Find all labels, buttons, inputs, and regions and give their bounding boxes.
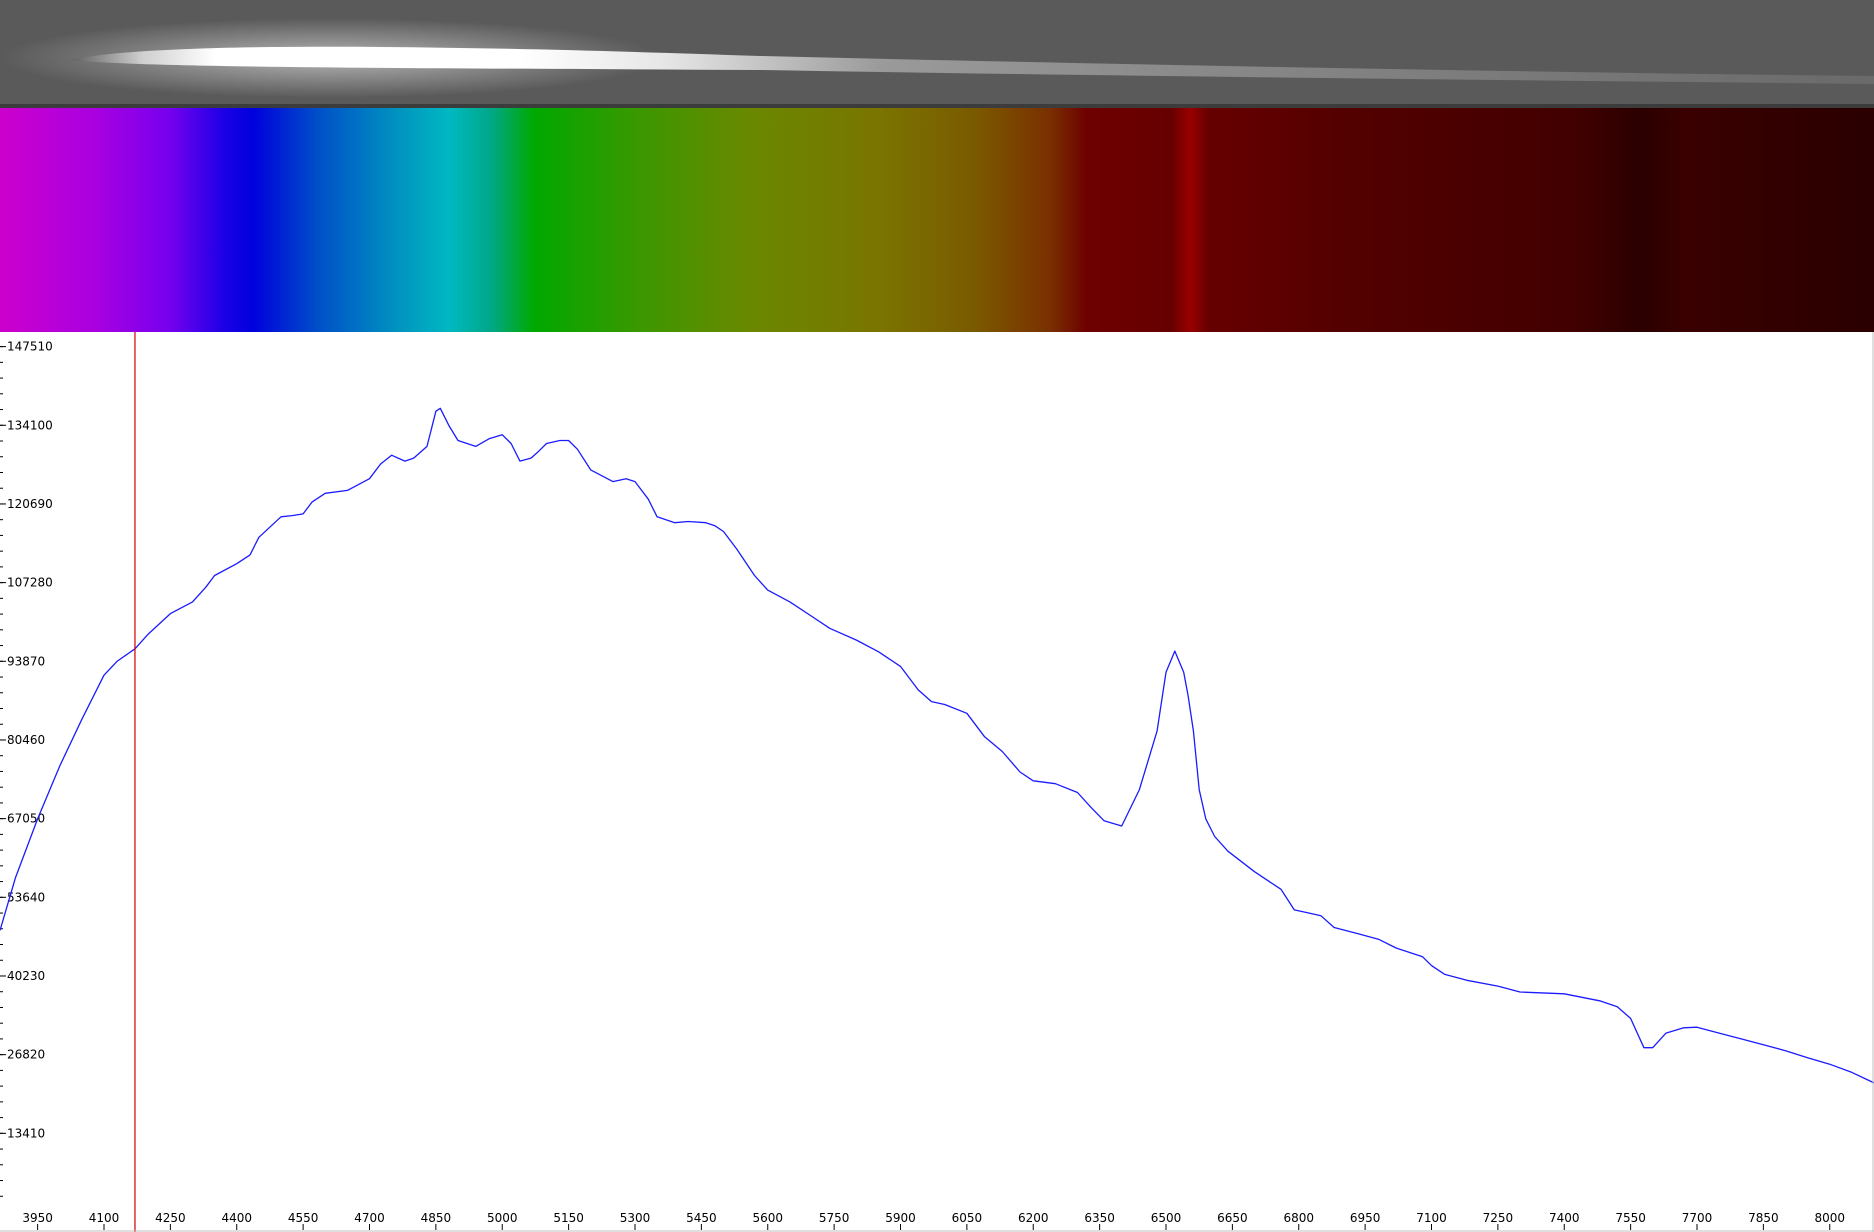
y-tick-label: 13410 (7, 1126, 45, 1140)
raw-spectrum-image (0, 0, 1874, 108)
x-tick-label: 4700 (354, 1211, 385, 1225)
x-tick-label: 4850 (421, 1211, 452, 1225)
y-tick-label: 107280 (7, 576, 53, 590)
x-tick-label: 7850 (1748, 1211, 1779, 1225)
x-tick-label: 4250 (155, 1211, 186, 1225)
x-tick-label: 5000 (487, 1211, 518, 1225)
intensity-profile-chart[interactable]: 1341026820402305364067050804609387010728… (0, 332, 1874, 1232)
x-tick-label: 5300 (620, 1211, 651, 1225)
x-tick-label: 6500 (1151, 1211, 1182, 1225)
x-tick-label: 4100 (89, 1211, 120, 1225)
x-tick-label: 7400 (1549, 1211, 1580, 1225)
x-tick-label: 5600 (752, 1211, 783, 1225)
plot-background (0, 332, 1874, 1232)
x-tick-label: 5900 (885, 1211, 916, 1225)
x-tick-label: 5150 (553, 1211, 584, 1225)
x-tick-label: 7550 (1615, 1211, 1646, 1225)
spectrum-viewer: 13410 26820 40230 53640 67050 80460 93870 10728… (0, 0, 1874, 1232)
y-tick-label: 147510 (7, 340, 53, 354)
y-tick-label: 93870 (7, 654, 45, 668)
x-tick-label: 8000 (1814, 1211, 1845, 1225)
x-tick-label: 6200 (1018, 1211, 1049, 1225)
x-tick-label: 7100 (1416, 1211, 1447, 1225)
x-tick-label: 4400 (221, 1211, 252, 1225)
x-tick-label: 5450 (686, 1211, 717, 1225)
x-tick-label: 5750 (819, 1211, 850, 1225)
y-tick-label: 26820 (7, 1048, 45, 1062)
spectrum-color-strip (0, 108, 1874, 332)
x-tick-label: 4550 (288, 1211, 319, 1225)
x-tick-label: 7700 (1682, 1211, 1713, 1225)
color-strip-fill (0, 108, 1874, 332)
x-tick-label: 7250 (1483, 1211, 1514, 1225)
x-tick-label: 6950 (1350, 1211, 1381, 1225)
y-tick-label: 80460 (7, 733, 45, 747)
x-tick-label: 3950 (22, 1211, 53, 1225)
x-tick-label: 6050 (952, 1211, 983, 1225)
x-tick-label: 6650 (1217, 1211, 1248, 1225)
x-tick-label: 6800 (1283, 1211, 1314, 1225)
y-tick-label: 53640 (7, 890, 45, 904)
x-tick-label: 6350 (1084, 1211, 1115, 1225)
y-tick-label: 134100 (7, 418, 53, 432)
y-tick-label: 120690 (7, 497, 53, 511)
y-tick-label: 40230 (7, 969, 45, 983)
